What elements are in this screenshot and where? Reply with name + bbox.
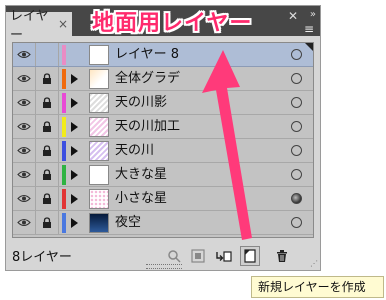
layer-row[interactable]: 天の川加工 <box>13 115 313 139</box>
visibility-eye-icon[interactable] <box>13 163 36 186</box>
lock-icon[interactable] <box>36 187 59 210</box>
layer-row[interactable]: 天の川影 <box>13 91 313 115</box>
target-circle-icon[interactable] <box>291 217 302 228</box>
expand-arrow-icon[interactable] <box>71 98 78 108</box>
layer-color-swatch <box>62 141 66 161</box>
layer-list[interactable]: レイヤー 8 全体グラデ 天の川影 天の川加工 天の川 大きな星 小さな星 夜空 <box>12 42 314 238</box>
tooltip: 新規レイヤーを作成 <box>251 276 384 298</box>
lock-icon[interactable] <box>36 43 59 66</box>
layer-row[interactable]: 全体グラデ <box>13 67 313 91</box>
lock-icon[interactable] <box>36 67 59 90</box>
layer-color-swatch <box>62 117 66 137</box>
lock-icon[interactable] <box>36 91 59 114</box>
visibility-eye-icon[interactable] <box>13 115 36 138</box>
panel-collapse-icon[interactable]: » <box>310 9 316 20</box>
panel-menu-icon[interactable]: ≡ <box>304 22 314 36</box>
visibility-eye-icon[interactable] <box>13 67 36 90</box>
layer-thumbnail <box>89 93 109 113</box>
make-clipping-mask-icon[interactable] <box>188 246 208 266</box>
layer-name[interactable]: 天の川 <box>115 139 154 162</box>
layer-color-swatch <box>62 189 66 209</box>
layer-count: 8レイヤー <box>12 250 72 265</box>
tab-label: レイヤー <box>10 9 49 43</box>
layer-name[interactable]: 天の川加工 <box>115 115 180 138</box>
create-sublayer-icon[interactable] <box>214 246 234 266</box>
layers-panel: レイヤー × ✕ » ≡ レイヤー 8 全体グラデ 天の川影 天の川加工 天の川 大きな星… <box>5 5 321 271</box>
lock-icon[interactable] <box>36 163 59 186</box>
layer-color-swatch <box>62 45 66 65</box>
layer-thumbnail <box>89 189 109 209</box>
layer-color-swatch <box>62 69 66 89</box>
layer-thumbnail <box>89 165 109 185</box>
tab-layers[interactable]: レイヤー × <box>6 9 72 43</box>
layer-thumbnail <box>89 69 109 89</box>
annotation-title: 地面用レイヤー <box>92 11 253 36</box>
visibility-eye-icon[interactable] <box>13 139 36 162</box>
target-circle-icon[interactable] <box>291 169 302 180</box>
layer-color-swatch <box>62 213 66 233</box>
target-circle-icon[interactable] <box>291 49 302 60</box>
layer-row[interactable]: 大きな星 <box>13 163 313 187</box>
layer-name[interactable]: レイヤー 8 <box>115 43 179 66</box>
layer-color-swatch <box>62 165 66 185</box>
lock-icon[interactable] <box>36 139 59 162</box>
layer-thumbnail <box>89 45 109 65</box>
create-new-layer-icon[interactable] <box>240 246 260 266</box>
target-circle-icon[interactable] <box>291 145 302 156</box>
panel-footer: 8レイヤー ⋰ <box>6 242 320 270</box>
expand-arrow-icon[interactable] <box>71 122 78 132</box>
lock-icon[interactable] <box>36 211 59 234</box>
layer-thumbnail <box>89 141 109 161</box>
expand-arrow-icon[interactable] <box>71 146 78 156</box>
layer-name[interactable]: 小さな星 <box>115 187 167 210</box>
layer-row[interactable]: 夜空 <box>13 211 313 235</box>
current-layer-indicator <box>305 43 313 51</box>
visibility-eye-icon[interactable] <box>13 43 36 66</box>
visibility-eye-icon[interactable] <box>13 211 36 234</box>
layer-row[interactable]: レイヤー 8 <box>13 43 313 67</box>
resize-handle[interactable]: ⋰ <box>310 259 318 268</box>
visibility-eye-icon[interactable] <box>13 187 36 210</box>
layer-name[interactable]: 夜空 <box>115 211 141 234</box>
layer-row[interactable]: 小さな星 <box>13 187 313 211</box>
layer-name[interactable]: 天の川影 <box>115 91 167 114</box>
expand-arrow-icon[interactable] <box>71 170 78 180</box>
target-circle-icon[interactable] <box>291 73 302 84</box>
visibility-eye-icon[interactable] <box>13 91 36 114</box>
layer-thumbnail <box>89 213 109 233</box>
expand-arrow-icon[interactable] <box>71 74 78 84</box>
trash-icon[interactable] <box>272 246 292 266</box>
target-circle-icon[interactable] <box>291 193 302 204</box>
target-circle-icon[interactable] <box>291 97 302 108</box>
lock-icon[interactable] <box>36 115 59 138</box>
tab-close-icon[interactable]: × <box>58 17 68 31</box>
layer-name[interactable]: 大きな星 <box>115 163 167 186</box>
target-circle-icon[interactable] <box>291 121 302 132</box>
expand-arrow-icon[interactable] <box>71 194 78 204</box>
locate-object-icon[interactable] <box>164 246 184 266</box>
panel-grip[interactable] <box>146 264 182 269</box>
layer-row[interactable]: 天の川 <box>13 139 313 163</box>
expand-arrow-icon[interactable] <box>71 218 78 228</box>
layer-thumbnail <box>89 117 109 137</box>
layer-name[interactable]: 全体グラデ <box>115 67 180 90</box>
panel-close-icon[interactable]: ✕ <box>288 9 298 23</box>
layer-color-swatch <box>62 93 66 113</box>
